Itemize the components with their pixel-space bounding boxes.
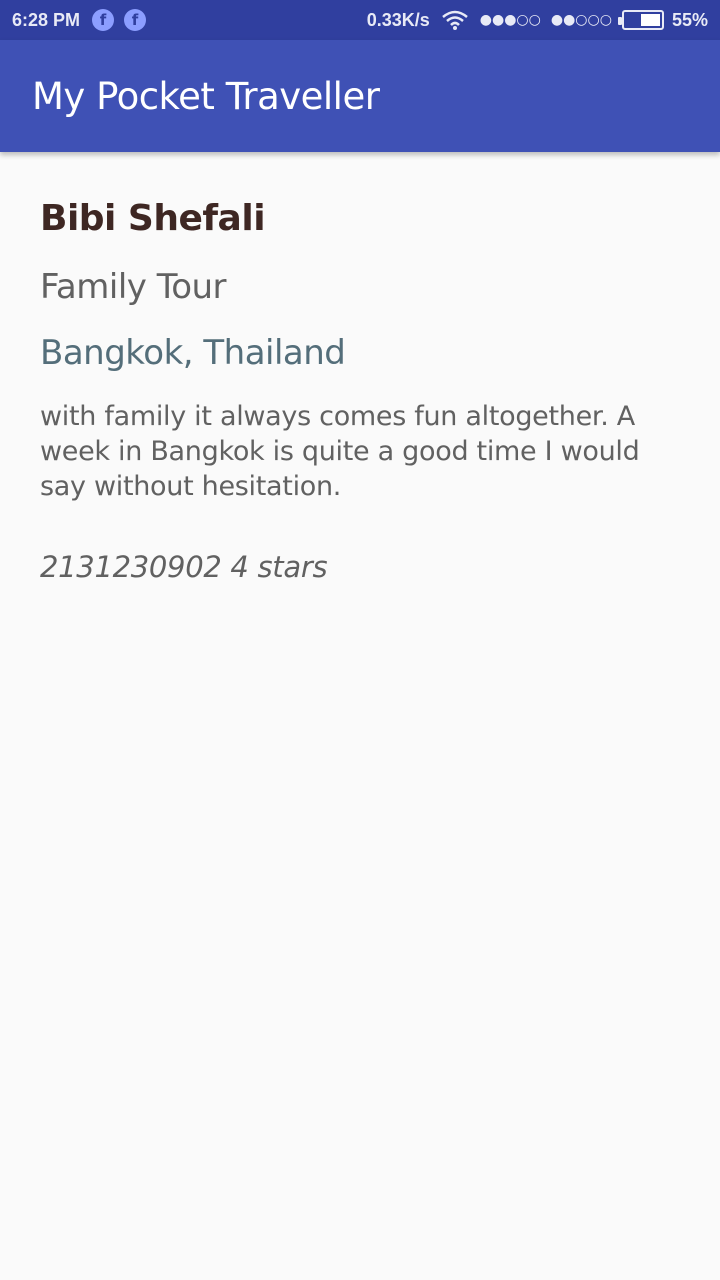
signal-strength-icon: ●●○○○ <box>550 12 612 28</box>
trip-description: with family it always comes fun altogeth… <box>40 401 640 502</box>
facebook-icon: f <box>92 9 115 31</box>
trip-location: Bangkok, Thailand <box>40 333 346 373</box>
status-left: 6:28 PM f f <box>12 9 156 31</box>
signal-strength-icon: ●●●○○ <box>479 12 541 28</box>
status-right: 0.33K/s ●●●○○ ●●○○○ 55% <box>367 10 708 31</box>
tour-type: Family Tour <box>40 267 227 307</box>
status-time: 6:28 PM <box>12 9 81 30</box>
app-title: My Pocket Traveller <box>32 74 380 118</box>
battery-percent: 55% <box>671 9 708 30</box>
network-speed: 0.33K/s <box>366 9 430 30</box>
trip-rating: 2131230902 4 stars <box>40 550 328 584</box>
trip-detail: Bibi Shefali Family Tour Bangkok, Thaila… <box>40 152 690 584</box>
app-bar: My Pocket Traveller <box>0 40 720 152</box>
wifi-icon <box>441 10 468 30</box>
battery-level <box>641 14 660 26</box>
traveller-name: Bibi Shefali <box>40 198 266 239</box>
facebook-icon: f <box>124 9 147 31</box>
status-bar: 6:28 PM f f 0.33K/s ●●●○○ ●●○○○ 55% <box>0 0 720 40</box>
battery-icon <box>617 10 664 30</box>
